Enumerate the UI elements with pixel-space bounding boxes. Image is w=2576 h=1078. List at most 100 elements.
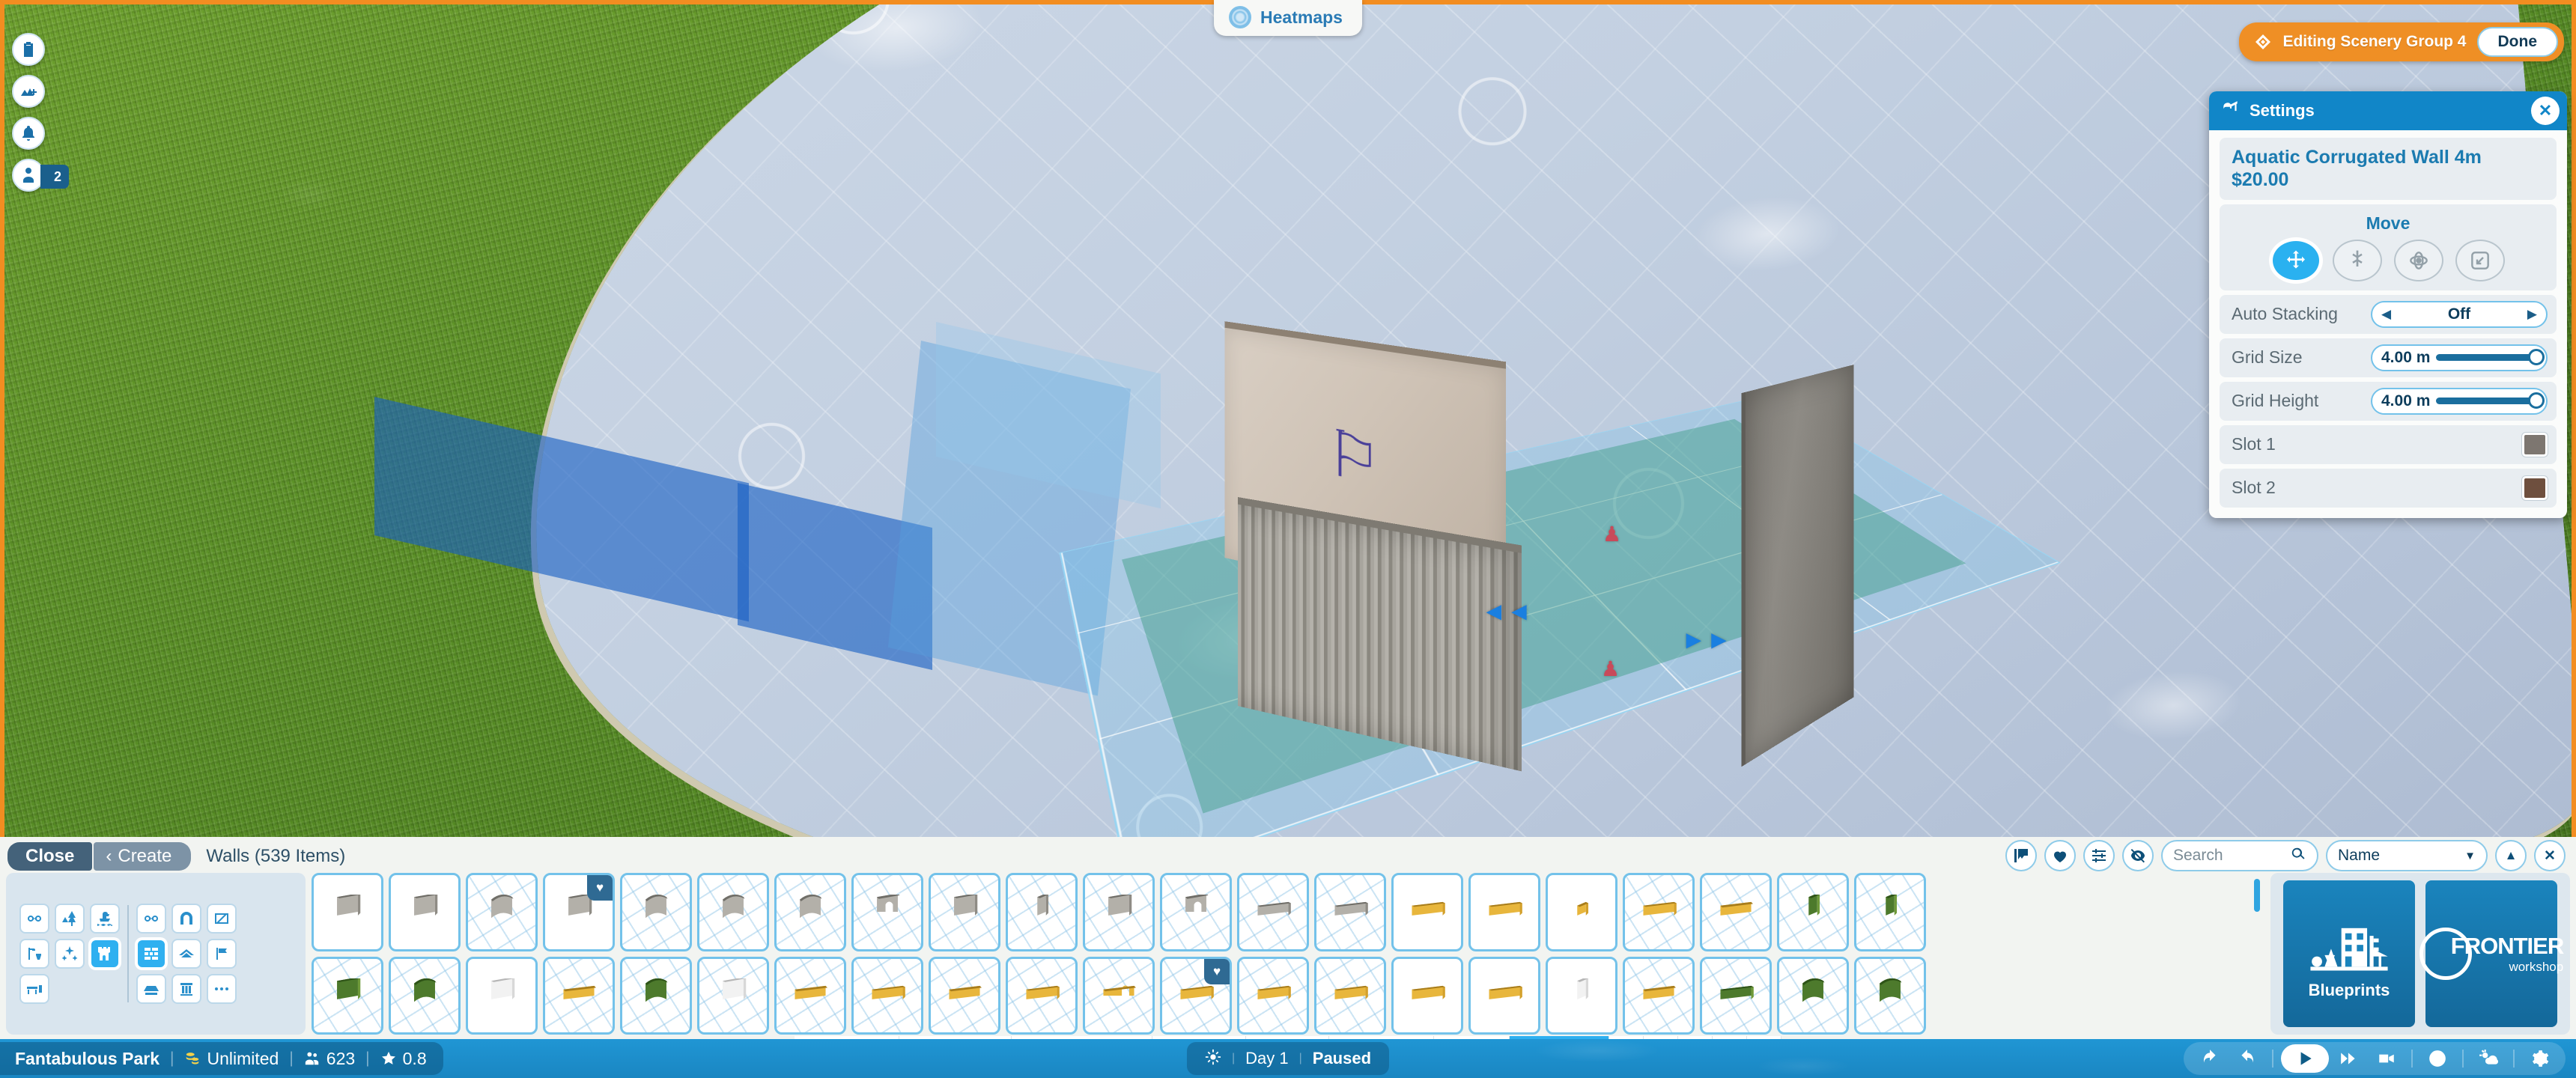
item-cell[interactable] (774, 956, 846, 1035)
filter-lighting-icon[interactable] (19, 939, 49, 969)
sub-walls-icon[interactable] (136, 939, 166, 969)
item-cell[interactable] (697, 956, 769, 1035)
search-input[interactable]: Search (2161, 840, 2318, 871)
item-cell[interactable] (1700, 956, 1772, 1035)
item-cell[interactable] (1083, 956, 1155, 1035)
gizmo-arrow-down[interactable]: ♟ (1601, 659, 1620, 680)
auto-stacking-stepper[interactable]: ◀ Off ▶ (2371, 300, 2548, 328)
sub-all-icon[interactable] (136, 904, 166, 934)
sub-fence-icon[interactable] (207, 904, 237, 934)
chevron-left-icon[interactable]: ◀ (2381, 307, 2391, 322)
item-cell[interactable] (1006, 956, 1078, 1035)
play-button[interactable] (2281, 1044, 2329, 1073)
heatmaps-button[interactable]: Heatmaps (1214, 0, 1362, 36)
filter-seating-icon[interactable] (19, 974, 49, 1004)
item-cell[interactable] (851, 873, 923, 951)
gizmo-arrow-up[interactable]: ♟ (1603, 524, 1621, 545)
hide-preview-icon[interactable] (2122, 840, 2154, 871)
sub-awnings-icon[interactable] (136, 974, 166, 1004)
grid-height-slider[interactable]: 4.00 m (2371, 387, 2548, 415)
scenery-wall-right[interactable] (1741, 365, 1854, 767)
item-cell[interactable] (620, 873, 692, 951)
globe-button[interactable] (2420, 1044, 2455, 1073)
move-scale-icon[interactable] (2455, 239, 2505, 281)
item-cell[interactable] (774, 873, 846, 951)
sort-dropdown[interactable]: Name ▼ (2326, 840, 2488, 871)
item-cell[interactable] (1546, 956, 1617, 1035)
done-button[interactable]: Done (2476, 27, 2558, 57)
terrain-add-icon[interactable] (12, 75, 45, 108)
camera-button[interactable] (2369, 1044, 2404, 1073)
sub-tunnel-icon[interactable] (171, 904, 201, 934)
item-cell[interactable] (620, 956, 692, 1035)
item-cell[interactable] (1623, 956, 1695, 1035)
filter-all-icon[interactable] (19, 904, 49, 934)
item-cell[interactable] (1160, 873, 1232, 951)
item-cell[interactable] (1777, 873, 1849, 951)
frontier-workshop-button[interactable]: FRONTIER workshop (2419, 880, 2564, 1027)
staff-icon[interactable]: 2 (12, 159, 70, 192)
filter-water-icon[interactable] (90, 904, 120, 934)
item-cell[interactable] (1854, 873, 1926, 951)
weather-button[interactable] (2471, 1044, 2506, 1073)
settings-gear-button[interactable] (2522, 1044, 2557, 1073)
filter-theming-icon[interactable] (90, 939, 120, 969)
item-cell[interactable] (1083, 873, 1155, 951)
item-cell[interactable] (1237, 956, 1309, 1035)
undo-button[interactable] (2193, 1044, 2227, 1073)
move-rotate-icon[interactable] (2394, 239, 2443, 281)
search-icon[interactable] (2290, 846, 2306, 866)
item-cell[interactable] (1854, 956, 1926, 1035)
redo-button[interactable] (2230, 1044, 2264, 1073)
close-icon[interactable]: ✕ (2531, 97, 2560, 125)
favourite-heart-icon[interactable] (2044, 840, 2076, 871)
gizmo-arrow-left[interactable]: ◄◄ (1481, 599, 1531, 624)
filter-nature-icon[interactable] (55, 904, 85, 934)
item-cell[interactable] (1391, 956, 1463, 1035)
item-cell[interactable] (1314, 873, 1386, 951)
close-panel-button[interactable]: ✕ (2534, 840, 2566, 871)
item-cell[interactable] (851, 956, 923, 1035)
slider-knob[interactable] (2528, 392, 2545, 409)
item-cell[interactable] (389, 956, 461, 1035)
clipboard-icon[interactable] (12, 33, 45, 66)
slot-2-color-swatch[interactable] (2522, 475, 2548, 500)
item-cell[interactable] (312, 956, 383, 1035)
collapse-panel-button[interactable]: ▲ (2495, 840, 2527, 871)
bell-icon[interactable] (12, 117, 45, 150)
item-cell[interactable] (389, 873, 461, 951)
item-cell[interactable] (1391, 873, 1463, 951)
scrollbar-thumb[interactable] (2254, 879, 2260, 912)
close-button[interactable]: Close (7, 842, 93, 871)
slot-1-color-swatch[interactable] (2522, 432, 2548, 457)
item-grid[interactable]: ♥ ♥ (312, 873, 2264, 1035)
create-back-button[interactable]: ‹ Create (94, 842, 192, 871)
item-cell[interactable] (929, 956, 1000, 1035)
filter-effects-icon[interactable] (55, 939, 85, 969)
blueprints-button[interactable]: Blueprints (2283, 880, 2415, 1027)
sub-pillars-icon[interactable] (171, 974, 201, 1004)
move-snap-icon[interactable] (2333, 239, 2382, 281)
sub-signs-icon[interactable] (207, 939, 237, 969)
slider-track[interactable] (2436, 392, 2545, 409)
item-cell[interactable] (466, 956, 538, 1035)
item-cell[interactable] (1006, 873, 1078, 951)
sub-roofs-icon[interactable] (171, 939, 201, 969)
item-cell[interactable] (466, 873, 538, 951)
fast-forward-button[interactable] (2332, 1044, 2366, 1073)
filters-sliders-icon[interactable] (2083, 840, 2115, 871)
item-cell[interactable] (1468, 956, 1540, 1035)
item-cell[interactable] (1777, 956, 1849, 1035)
item-cell[interactable] (1468, 873, 1540, 951)
item-cell[interactable] (1546, 873, 1617, 951)
item-cell[interactable] (697, 873, 769, 951)
item-cell[interactable]: ♥ (1160, 956, 1232, 1035)
item-cell[interactable] (1623, 873, 1695, 951)
item-grid-scrollbar[interactable] (2254, 879, 2260, 1032)
gizmo-arrow-right[interactable]: ►► (1681, 627, 1731, 653)
sub-more-icon[interactable] (207, 974, 237, 1004)
item-cell[interactable] (312, 873, 383, 951)
item-cell[interactable]: ♥ (543, 873, 615, 951)
item-cell[interactable] (929, 873, 1000, 951)
chevron-right-icon[interactable]: ▶ (2527, 307, 2537, 322)
